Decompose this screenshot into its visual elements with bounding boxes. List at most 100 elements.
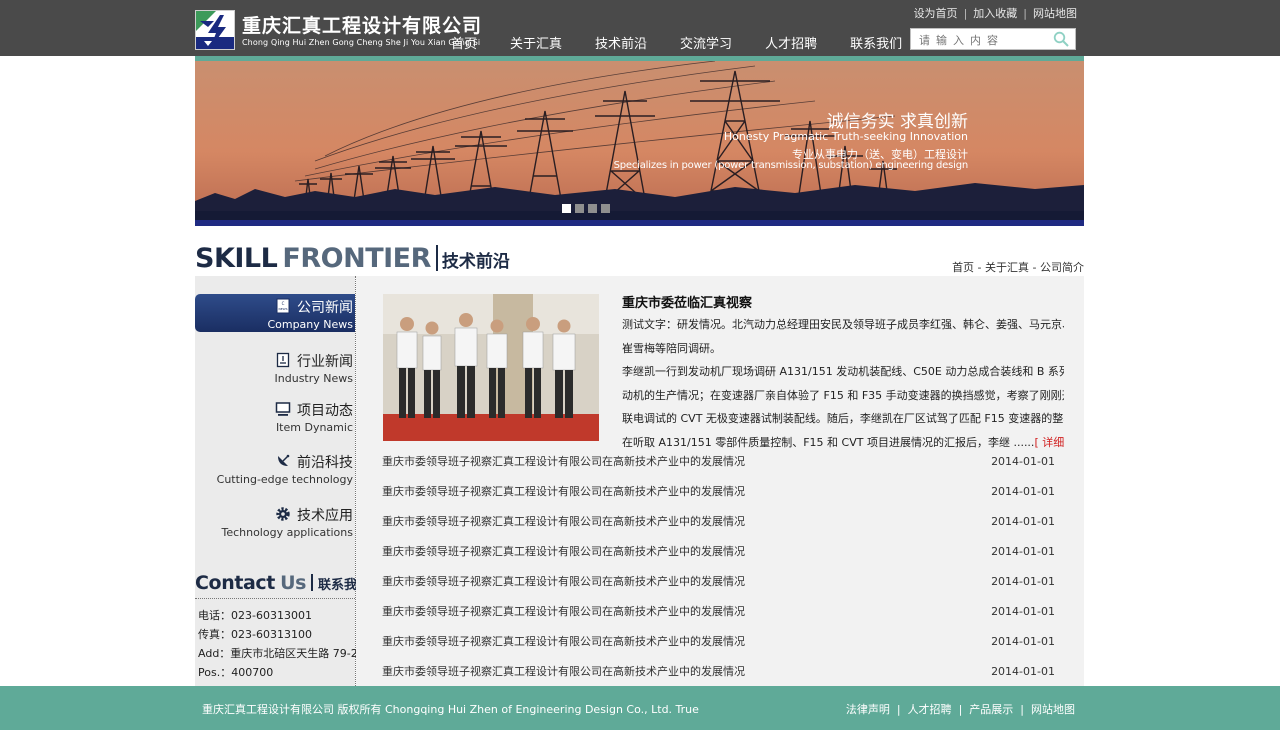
news-date: 2014-01-01 xyxy=(991,604,1055,618)
featured-news-summary: 测试文字：研发情况。北汽动力总经理田安民及领导班子成员李红强、韩仑、姜强、马元京… xyxy=(622,313,1064,454)
summary-line: 测试文字：研发情况。北汽动力总经理田安民及领导班子成员李红强、韩仑、姜强、马元京… xyxy=(622,318,1064,331)
section-title: SKILL FRONTIER 技术前沿 xyxy=(195,243,510,274)
news-list-item[interactable]: 重庆市委领导班子视察汇真工程设计有限公司在高新技术产业中的发展情况 2014-01… xyxy=(382,566,1062,596)
news-title[interactable]: 重庆市委领导班子视察汇真工程设计有限公司在高新技术产业中的发展情况 xyxy=(382,603,745,619)
contact-address: Add：重庆市北碚区天生路 79-2 xyxy=(198,647,358,660)
divider xyxy=(435,245,438,271)
power-tower-illustration xyxy=(195,61,1084,226)
footer-link-products[interactable]: 产品展示 xyxy=(969,703,1013,716)
nav-recruitment[interactable]: 人才招聘 xyxy=(765,33,817,52)
breadcrumb[interactable]: 首页 - 关于汇真 - 公司简介 xyxy=(952,259,1084,275)
sidebar-item-label-en: Company News xyxy=(267,318,353,331)
news-list-item[interactable]: 重庆市委领导班子视察汇真工程设计有限公司在高新技术产业中的发展情况 2014-01… xyxy=(382,506,1062,536)
svg-text:NEWS: NEWS xyxy=(278,307,287,311)
divider xyxy=(195,598,355,599)
news-title[interactable]: 重庆市委领导班子视察汇真工程设计有限公司在高新技术产业中的发展情况 xyxy=(382,543,745,559)
divider: | xyxy=(958,703,963,716)
contact-info: 电话：023-60313001 传真：023-60313100 Add：重庆市北… xyxy=(198,606,358,682)
sidebar-item-label-en: Item Dynamic xyxy=(275,421,353,434)
news-title[interactable]: 重庆市委领导班子视察汇真工程设计有限公司在高新技术产业中的发展情况 xyxy=(382,483,745,499)
sidebar-item-company-news[interactable]: C NEWS 公司新闻 Company News xyxy=(195,294,355,332)
news-list-item[interactable]: 重庆市委领导班子视察汇真工程设计有限公司在高新技术产业中的发展情况 2014-01… xyxy=(382,626,1062,656)
document-icon xyxy=(275,352,291,368)
news-date: 2014-01-01 xyxy=(991,544,1055,558)
nav-contact[interactable]: 联系我们 xyxy=(850,33,902,52)
summary-line: 动机的生产情况；在变速器厂亲自体验了 F15 和 F35 手动变速器的换挡感觉，… xyxy=(622,388,1064,402)
sitemap-link[interactable]: 网站地图 xyxy=(1033,7,1077,20)
sidebar-item-label: 项目动态 xyxy=(297,403,353,419)
satellite-dish-icon xyxy=(275,453,291,469)
slide-dot-4[interactable] xyxy=(601,204,610,213)
news-date: 2014-01-01 xyxy=(991,514,1055,528)
footer-links: 法律声明 | 人才招聘 | 产品展示 | 网站地图 xyxy=(846,701,1075,717)
news-list-item[interactable]: 重庆市委领导班子视察汇真工程设计有限公司在高新技术产业中的发展情况 2014-01… xyxy=(382,446,1062,476)
divider: | xyxy=(963,7,968,20)
news-date: 2014-01-01 xyxy=(991,484,1055,498)
divider: | xyxy=(1020,703,1024,716)
news-title[interactable]: 重庆市委领导班子视察汇真工程设计有限公司在高新技术产业中的发展情况 xyxy=(382,513,745,529)
footer-link-recruitment[interactable]: 人才招聘 xyxy=(908,703,952,716)
nav-about[interactable]: 关于汇真 xyxy=(510,33,562,52)
nav-home[interactable]: 首页 xyxy=(451,33,477,52)
summary-line: 崔雪梅等陪同调研。 xyxy=(622,341,721,355)
nav-technology[interactable]: 技术前沿 xyxy=(595,33,647,52)
news-icon: C NEWS xyxy=(275,298,291,314)
news-list: 重庆市委领导班子视察汇真工程设计有限公司在高新技术产业中的发展情况 2014-01… xyxy=(382,446,1062,686)
section-title-word1: SKILL xyxy=(195,243,278,274)
sidebar-item-tech-applications[interactable]: 技术应用 Technology applications xyxy=(195,505,355,543)
news-title[interactable]: 重庆市委领导班子视察汇真工程设计有限公司在高新技术产业中的发展情况 xyxy=(382,453,745,469)
site-logo[interactable]: 重庆汇真工程设计有限公司 Chong Qing Hui Zhen Gong Ch… xyxy=(195,10,481,52)
summary-line: 联电调试的 CVT 无极变速器试制装配线。随后，李继凯在厂区试驾了匹配 F15 … xyxy=(622,412,1064,425)
slide-dot-3[interactable] xyxy=(588,204,597,213)
news-title[interactable]: 重庆市委领导班子视察汇真工程设计有限公司在高新技术产业中的发展情况 xyxy=(382,663,745,679)
news-title[interactable]: 重庆市委领导班子视察汇真工程设计有限公司在高新技术产业中的发展情况 xyxy=(382,573,745,589)
summary-line: 李继凯一行到发动机厂现场调研 A131/151 发动机装配线、C50E 动力总成… xyxy=(622,365,1064,378)
site-footer: 重庆汇真工程设计有限公司 版权所有 Chongqing Hui Zhen of … xyxy=(0,686,1280,730)
section-title-word2: FRONTIER xyxy=(282,243,431,274)
banner-subtitle-en2: Specializes in power (power transmission… xyxy=(613,160,969,171)
gear-icon xyxy=(275,506,291,522)
divider: | xyxy=(896,703,901,716)
divider xyxy=(311,574,314,591)
nav-exchange[interactable]: 交流学习 xyxy=(680,33,732,52)
search-box xyxy=(910,28,1076,51)
sidebar-item-label: 技术应用 xyxy=(297,508,353,524)
search-icon[interactable] xyxy=(1053,31,1069,47)
sidebar-item-label: 公司新闻 xyxy=(297,300,353,316)
sidebar-item-item-dynamic[interactable]: 项目动态 Item Dynamic xyxy=(195,400,355,438)
slide-indicator xyxy=(562,204,614,213)
footer-link-sitemap[interactable]: 网站地图 xyxy=(1031,703,1075,716)
add-favorite-link[interactable]: 加入收藏 xyxy=(973,7,1017,20)
news-list-item[interactable]: 重庆市委领导班子视察汇真工程设计有限公司在高新技术产业中的发展情况 2014-01… xyxy=(382,536,1062,566)
site-header: 重庆汇真工程设计有限公司 Chong Qing Hui Zhen Gong Ch… xyxy=(0,0,1280,56)
contact-postcode: Pos.：400700 xyxy=(198,666,274,679)
banner-subtitle-en: Honesty Pragmatic Truth-seeking Innovati… xyxy=(723,130,968,143)
footer-copyright: 重庆汇真工程设计有限公司 版权所有 Chongqing Hui Zhen of … xyxy=(202,703,699,716)
set-homepage-link[interactable]: 设为首页 xyxy=(914,7,958,20)
monitor-icon xyxy=(275,401,291,417)
contact-title-word1: Contact xyxy=(195,572,275,594)
sidebar-item-label: 行业新闻 xyxy=(297,354,353,370)
news-list-item[interactable]: 重庆市委领导班子视察汇真工程设计有限公司在高新技术产业中的发展情况 2014-01… xyxy=(382,596,1062,626)
main-nav: 首页 关于汇真 技术前沿 交流学习 人才招聘 联系我们 xyxy=(440,33,902,52)
footer-link-legal[interactable]: 法律声明 xyxy=(846,703,890,716)
slide-dot-2[interactable] xyxy=(575,204,584,213)
news-date: 2014-01-01 xyxy=(991,574,1055,588)
sidebar-item-label-en: Cutting-edge technology xyxy=(216,473,353,486)
svg-text:C: C xyxy=(282,301,285,306)
slide-dot-1[interactable] xyxy=(562,204,571,213)
news-title[interactable]: 重庆市委领导班子视察汇真工程设计有限公司在高新技术产业中的发展情况 xyxy=(382,633,745,649)
contact-title: Contact Us 联系我们 xyxy=(195,572,370,594)
banner-bottom-bar xyxy=(195,220,1084,226)
news-list-item[interactable]: 重庆市委领导班子视察汇真工程设计有限公司在高新技术产业中的发展情况 2014-01… xyxy=(382,656,1062,686)
sidebar-item-label-en: Industry News xyxy=(274,372,353,385)
search-input[interactable] xyxy=(911,30,1047,51)
featured-news-photo[interactable] xyxy=(383,294,599,441)
sidebar-item-industry-news[interactable]: 行业新闻 Industry News xyxy=(195,351,355,389)
sidebar-item-label: 前沿科技 xyxy=(297,455,353,471)
sidebar-item-cutting-edge[interactable]: 前沿科技 Cutting-edge technology xyxy=(195,452,355,490)
hero-banner: 诚信务实 求真创新 Honesty Pragmatic Truth-seekin… xyxy=(195,61,1084,226)
featured-news-title[interactable]: 重庆市委莅临汇真视察 xyxy=(622,292,752,311)
news-list-item[interactable]: 重庆市委领导班子视察汇真工程设计有限公司在高新技术产业中的发展情况 2014-01… xyxy=(382,476,1062,506)
lightning-logo-icon xyxy=(195,10,235,50)
